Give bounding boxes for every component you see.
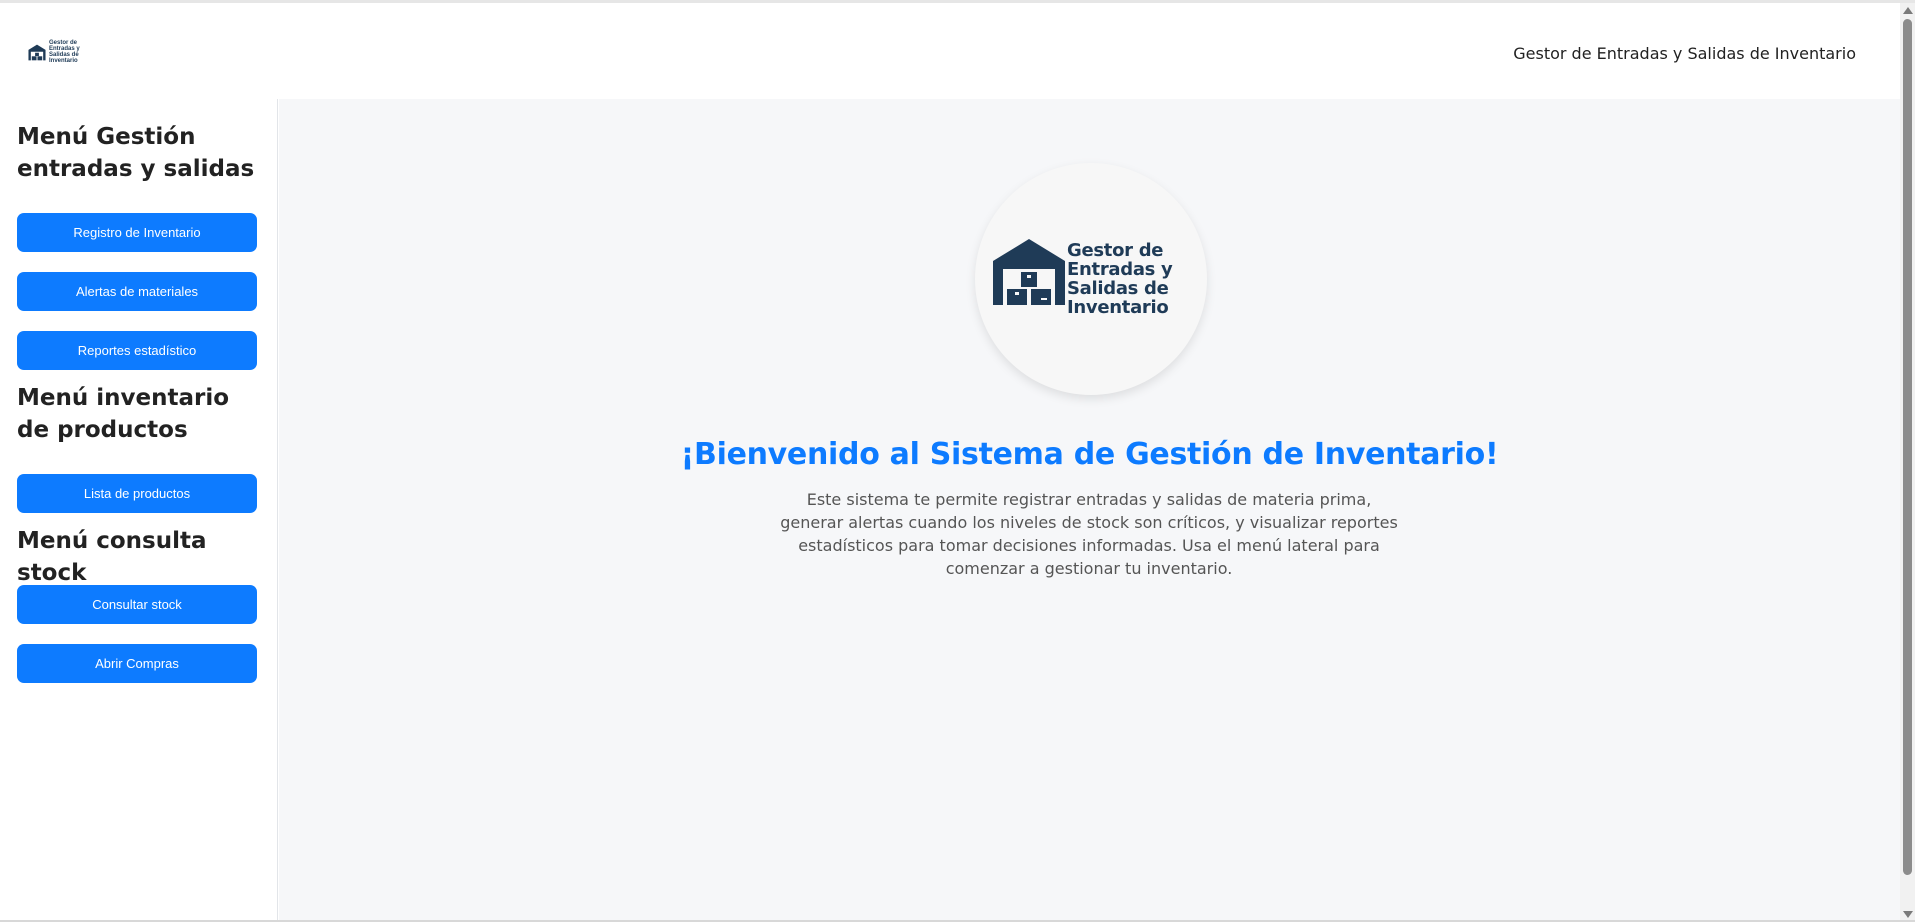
- warehouse-icon: [28, 44, 46, 60]
- scroll-down-arrow-icon[interactable]: [1903, 911, 1913, 918]
- menu-heading-inventario: Menú inventario de productos: [17, 385, 230, 443]
- consultar-stock-button[interactable]: Consultar stock: [17, 585, 257, 624]
- app-header: Gestor de Entradas y Salidas de Inventar…: [0, 3, 1900, 99]
- warehouse-icon: [993, 239, 1065, 305]
- reportes-estadistico-button[interactable]: Reportes estadístico: [17, 331, 257, 370]
- header-logo[interactable]: Gestor de Entradas y Salidas de Inventar…: [28, 35, 86, 69]
- alertas-materiales-button[interactable]: Alertas de materiales: [17, 272, 257, 311]
- welcome-title: ¡Bienvenido al Sistema de Gestión de Inv…: [680, 437, 1499, 472]
- scroll-thumb[interactable]: [1903, 19, 1912, 875]
- lista-productos-button[interactable]: Lista de productos: [17, 474, 257, 513]
- header-logo-text: Gestor de Entradas y Salidas de Inventar…: [49, 40, 80, 64]
- welcome-description: Este sistema te permite registrar entrad…: [780, 490, 1398, 578]
- sidebar: Menú Gestión entradas y salidas Registro…: [0, 99, 278, 922]
- registro-inventario-button[interactable]: Registro de Inventario: [17, 213, 257, 252]
- brand-logo-text: Gestor de Entradas y Salidas de Inventar…: [1067, 240, 1173, 318]
- menu-heading-stock: Menú consulta stock: [17, 528, 207, 586]
- scroll-up-arrow-icon[interactable]: [1903, 7, 1913, 14]
- vertical-scrollbar[interactable]: [1900, 3, 1915, 922]
- menu-heading-gestion: Menú Gestión entradas y salidas: [17, 124, 255, 182]
- main-content: Gestor de Entradas y Salidas de Inventar…: [279, 99, 1900, 922]
- brand-logo: Gestor de Entradas y Salidas de Inventar…: [975, 163, 1207, 395]
- abrir-compras-button[interactable]: Abrir Compras: [17, 644, 257, 683]
- header-title: Gestor de Entradas y Salidas de Inventar…: [1513, 44, 1856, 63]
